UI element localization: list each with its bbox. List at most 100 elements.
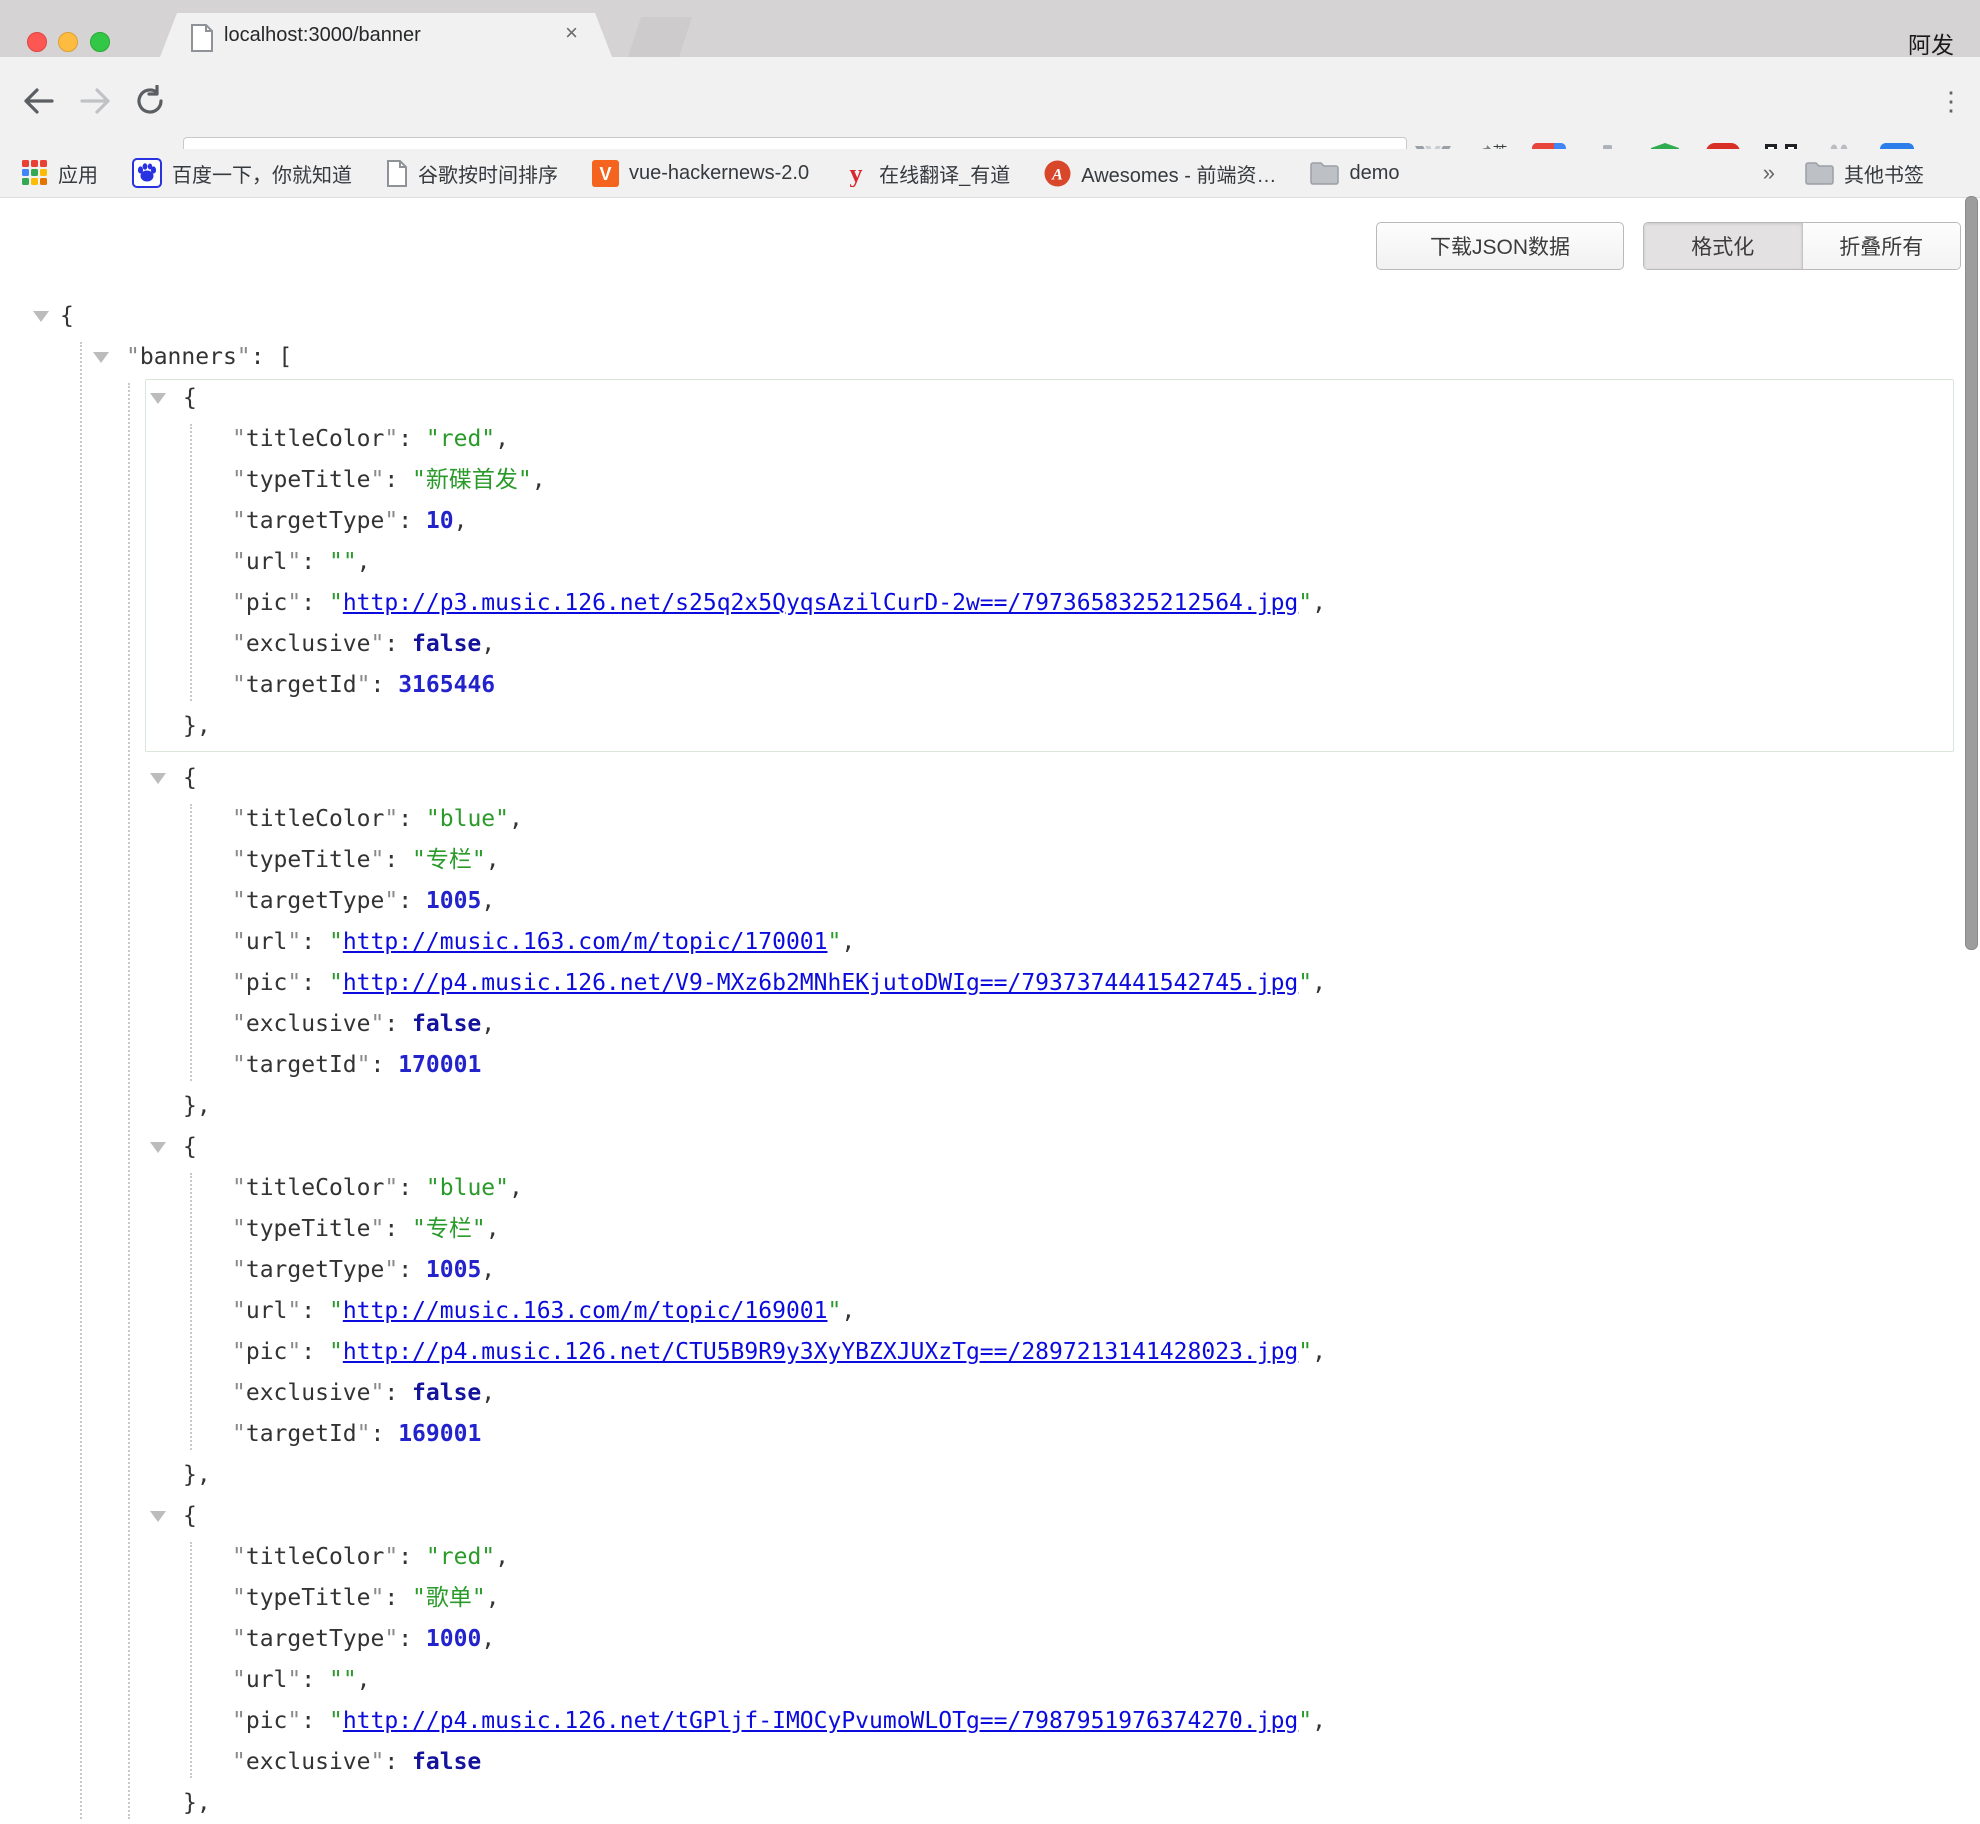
collapse-all-button[interactable]: 折叠所有 xyxy=(1802,223,1961,269)
bookmark-item-6[interactable]: demo xyxy=(1310,161,1399,185)
json-boolean-value: false xyxy=(412,1749,481,1775)
json-string-value: "blue" xyxy=(426,806,509,832)
json-number-value: 10 xyxy=(426,508,454,534)
json-object-close: }, xyxy=(0,1783,1980,1824)
json-object-close: }, xyxy=(0,706,1980,747)
json-array-item: {"titleColor": "blue","typeTitle": "专栏",… xyxy=(0,758,1980,1127)
json-key: url xyxy=(246,929,288,955)
json-object-open: { xyxy=(0,758,1980,799)
json-key: targetType xyxy=(246,1626,384,1652)
json-root-open: { xyxy=(0,296,1980,337)
youdao-icon: y xyxy=(843,160,869,187)
json-url-link[interactable]: http://music.163.com/m/topic/169001 xyxy=(343,1298,828,1324)
json-object-open: { xyxy=(0,1127,1980,1168)
json-key: typeTitle xyxy=(246,1216,371,1242)
collapse-toggle-icon[interactable] xyxy=(150,773,166,784)
svg-text:V: V xyxy=(599,164,611,184)
bookmark-label: vue-hackernews-2.0 xyxy=(629,162,809,185)
json-banners-key-line: "banners": [ xyxy=(0,337,1980,378)
json-array-item: {"titleColor": "blue","typeTitle": "专栏",… xyxy=(0,1127,1980,1496)
json-object-open: { xyxy=(0,378,1980,419)
json-number-value: 170001 xyxy=(398,1052,481,1078)
json-key: typeTitle xyxy=(246,1585,371,1611)
json-key: banners xyxy=(140,344,237,370)
bookmark-item-1[interactable]: 百度一下，你就知道 xyxy=(132,158,352,188)
json-viewer: {"banners": [{"titleColor": "red","typeT… xyxy=(0,296,1980,1824)
json-url-link[interactable]: http://music.163.com/m/topic/170001 xyxy=(343,929,828,955)
json-key: url xyxy=(246,1298,288,1324)
json-boolean-value: false xyxy=(412,631,481,657)
json-line: "typeTitle": "新碟首发", xyxy=(0,460,1980,501)
json-key: titleColor xyxy=(246,426,384,452)
svg-text:y: y xyxy=(850,160,863,187)
reload-button[interactable] xyxy=(128,79,172,123)
forward-button[interactable] xyxy=(74,79,118,123)
bookmark-item-2[interactable]: 谷歌按时间排序 xyxy=(386,159,558,188)
collapse-toggle-icon[interactable] xyxy=(150,393,166,404)
bookmark-label: 其他书签 xyxy=(1844,159,1924,188)
bookmark-item-other[interactable]: 其他书签 xyxy=(1805,159,1924,188)
json-key: url xyxy=(246,1667,288,1693)
new-tab-button[interactable] xyxy=(628,17,692,57)
collapse-toggle-icon[interactable] xyxy=(150,1511,166,1522)
json-object-close: }, xyxy=(0,1455,1980,1496)
json-url-link[interactable]: http://p3.music.126.net/s25q2x5QyqsAzilC… xyxy=(343,590,1298,616)
json-key: pic xyxy=(246,970,288,996)
json-key: targetId xyxy=(246,672,357,698)
json-string-value: "专栏" xyxy=(412,1216,486,1242)
apps-grid-icon xyxy=(22,160,48,186)
json-line: "titleColor": "red", xyxy=(0,1537,1980,1578)
format-button[interactable]: 格式化 xyxy=(1644,223,1802,269)
json-key: targetId xyxy=(246,1052,357,1078)
download-json-button[interactable]: 下载JSON数据 xyxy=(1376,222,1624,270)
bookmark-item-3[interactable]: Vvue-hackernews-2.0 xyxy=(592,160,809,187)
bookmark-label: demo xyxy=(1349,162,1399,185)
browser-profile-name[interactable]: 阿发 xyxy=(1908,26,1954,60)
json-line: "titleColor": "blue", xyxy=(0,1168,1980,1209)
json-url-link[interactable]: http://p4.music.126.net/tGPljf-IMOCyPvum… xyxy=(343,1708,1298,1734)
json-line: "pic": "http://p4.music.126.net/CTU5B9R9… xyxy=(0,1332,1980,1373)
json-line: "targetId": 169001 xyxy=(0,1414,1980,1455)
json-line: "targetType": 1005, xyxy=(0,1250,1980,1291)
window-maximize-button[interactable] xyxy=(90,32,110,52)
json-array-item: {"titleColor": "red","typeTitle": "新碟首发"… xyxy=(0,378,1980,752)
window-close-button[interactable] xyxy=(27,32,47,52)
json-line: "targetType": 1000, xyxy=(0,1619,1980,1660)
collapse-toggle-icon[interactable] xyxy=(93,352,109,363)
json-number-value: 3165446 xyxy=(398,672,495,698)
json-url-link[interactable]: http://p4.music.126.net/CTU5B9R9y3XyYBZX… xyxy=(343,1339,1298,1365)
json-line: "targetId": 3165446 xyxy=(0,665,1980,706)
browser-tab[interactable]: localhost:3000/banner × xyxy=(160,13,612,57)
bookmarks-overflow-chevron-icon[interactable]: » xyxy=(1763,160,1775,186)
json-line: "url": "", xyxy=(0,1660,1980,1701)
baidu-paw-icon xyxy=(132,158,162,188)
json-string-value: "" xyxy=(329,549,357,575)
json-line: "pic": "http://p4.music.126.net/tGPljf-I… xyxy=(0,1701,1980,1742)
json-key: pic xyxy=(246,1708,288,1734)
json-line: "targetId": 170001 xyxy=(0,1045,1980,1086)
json-line: "pic": "http://p4.music.126.net/V9-MXz6b… xyxy=(0,963,1980,1004)
json-url-link[interactable]: http://p4.music.126.net/V9-MXz6b2MNhEKju… xyxy=(343,970,1298,996)
json-string-value: "新碟首发" xyxy=(412,467,532,493)
json-line: "targetType": 1005, xyxy=(0,881,1980,922)
window-minimize-button[interactable] xyxy=(58,32,78,52)
collapse-toggle-icon[interactable] xyxy=(33,311,49,322)
json-line: "titleColor": "red", xyxy=(0,419,1980,460)
json-line: "exclusive": false, xyxy=(0,624,1980,665)
json-number-value: 1005 xyxy=(426,1257,481,1283)
json-line: "url": "http://music.163.com/m/topic/169… xyxy=(0,1291,1980,1332)
json-key: typeTitle xyxy=(246,467,371,493)
browser-menu-button[interactable]: ⋮ xyxy=(1926,79,1970,123)
json-key: titleColor xyxy=(246,1544,384,1570)
bookmark-item-4[interactable]: y在线翻译_有道 xyxy=(843,159,1010,188)
vertical-scrollbar[interactable] xyxy=(1965,196,1978,950)
tab-close-icon[interactable]: × xyxy=(565,22,578,44)
json-string-value: "blue" xyxy=(426,1175,509,1201)
back-button[interactable] xyxy=(16,79,60,123)
bookmark-item-5[interactable]: AAwesomes - 前端资… xyxy=(1044,159,1276,188)
page-favicon-icon xyxy=(190,24,214,57)
json-line: "url": "", xyxy=(0,542,1980,583)
bookmark-item-0[interactable]: 应用 xyxy=(22,159,98,188)
collapse-toggle-icon[interactable] xyxy=(150,1142,166,1153)
json-line: "typeTitle": "歌单", xyxy=(0,1578,1980,1619)
